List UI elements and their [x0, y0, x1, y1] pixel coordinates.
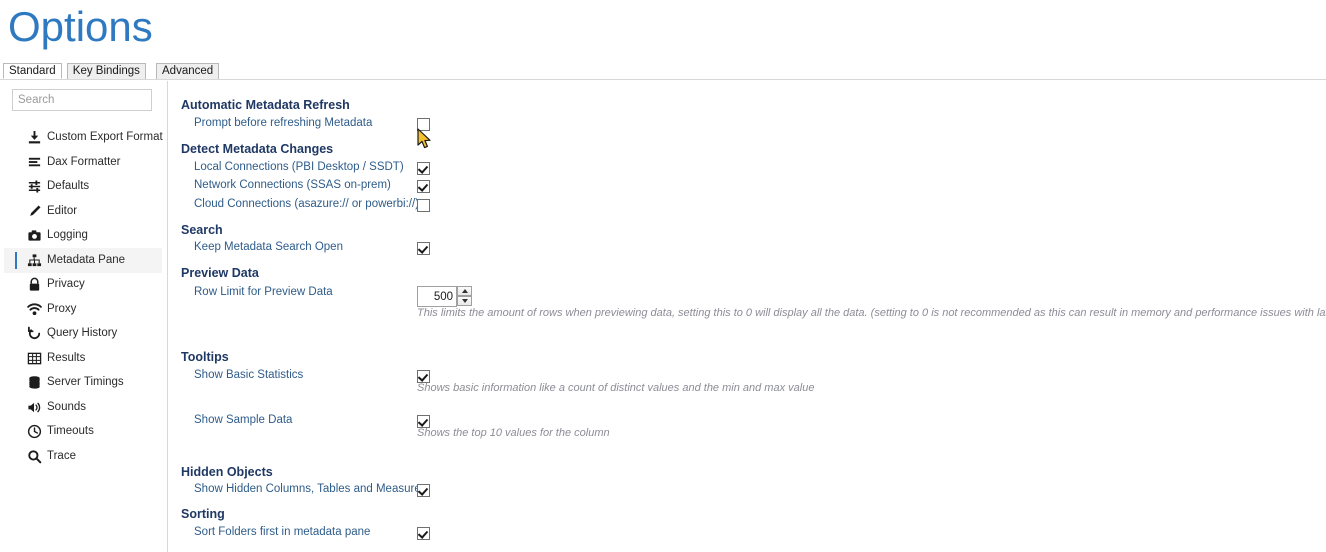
sidebar-item-query-history[interactable]: Query History — [4, 321, 162, 346]
sidebar-item-label: Defaults — [47, 180, 90, 192]
option-label: Show Hidden Columns, Tables and Measures — [194, 483, 427, 495]
checkbox-show-hidden-columns-tables-and-measures[interactable] — [417, 484, 430, 497]
format-lines-icon — [26, 154, 43, 171]
tab-advanced[interactable]: Advanced — [156, 63, 220, 79]
export-icon — [26, 129, 43, 146]
hierarchy-icon — [26, 252, 43, 269]
sidebar-item-metadata-pane[interactable]: Metadata Pane — [4, 247, 162, 273]
section-heading: Automatic Metadata Refresh — [181, 98, 350, 112]
option-label: Show Basic Statistics — [194, 369, 304, 381]
sidebar-item-proxy[interactable]: Proxy — [4, 297, 162, 322]
option-label: Show Sample Data — [194, 414, 293, 426]
sidebar-item-label: Privacy — [47, 278, 85, 290]
chevron-up-icon — [461, 289, 468, 293]
sidebar-item-logging[interactable]: Logging — [4, 223, 162, 248]
grid-icon — [26, 350, 43, 367]
option-label: Sort Folders first in metadata pane — [194, 526, 371, 538]
lock-icon — [26, 276, 43, 293]
sidebar-item-label: Metadata Pane — [47, 253, 126, 266]
section-heading: Search — [181, 223, 223, 237]
section-heading: Tooltips — [181, 350, 229, 364]
option-label: Keep Metadata Search Open — [194, 241, 343, 253]
chevron-down-icon — [461, 299, 468, 303]
page-title: Options — [8, 3, 153, 50]
sidebar-item-privacy[interactable]: Privacy — [4, 272, 162, 297]
settings-main-pane: Automatic Metadata Refresh Prompt before … — [168, 81, 1326, 552]
wifi-icon — [26, 301, 43, 318]
tab-strip: Standard Key Bindings Advanced — [0, 63, 1326, 80]
sidebar-item-label: Timeouts — [47, 425, 94, 437]
history-icon — [26, 325, 43, 342]
camera-icon — [26, 227, 43, 244]
section-heading: Preview Data — [181, 266, 259, 280]
search-input[interactable] — [12, 89, 152, 111]
checkbox-local-connections-pbi-desktop-ssdt[interactable] — [417, 162, 430, 175]
option-label: Row Limit for Preview Data — [194, 286, 333, 298]
checkbox-prompt-before-refreshing-metadata[interactable] — [417, 118, 430, 131]
tab-strip-underline — [0, 79, 1326, 80]
sidebar-item-label: Proxy — [47, 302, 77, 315]
option-label: Cloud Connections (asazure:// or powerbi… — [194, 198, 419, 210]
clock-icon — [26, 423, 43, 440]
sidebar-item-defaults[interactable]: Defaults — [4, 174, 162, 199]
sidebar-item-label: Query History — [47, 327, 118, 339]
section-heading: Hidden Objects — [181, 465, 273, 479]
checkbox-network-connections-ssas-on-prem[interactable] — [417, 180, 430, 193]
sidebar-item-label: Trace — [47, 449, 76, 462]
sidebar-item-custom-export-format[interactable]: Custom Export Format — [4, 125, 163, 150]
checkbox-cloud-connections-asazure-or-powerbi[interactable] — [417, 199, 430, 212]
tab-key-bindings[interactable]: Key Bindings — [66, 63, 146, 79]
checkbox-keep-metadata-search-open[interactable] — [417, 242, 430, 255]
section-heading: Detect Metadata Changes — [181, 142, 334, 156]
option-label: Local Connections (PBI Desktop / SSDT) — [194, 161, 404, 173]
sidebar-item-results[interactable]: Results — [4, 346, 162, 371]
sidebar-item-timeouts[interactable]: Timeouts — [4, 419, 162, 444]
row-limit-input[interactable] — [417, 286, 457, 307]
sidebar-item-server-timings[interactable]: Server Timings — [4, 370, 162, 395]
checkbox-sort-folders-first-in-metadata-pane[interactable] — [417, 527, 430, 540]
option-label: Prompt before refreshing Metadata — [194, 117, 373, 129]
sidebar-item-label: Dax Formatter — [47, 155, 121, 168]
spinner-down-button[interactable] — [457, 296, 472, 306]
sidebar-item-editor[interactable]: Editor — [4, 199, 162, 224]
sliders-icon — [26, 178, 43, 195]
tab-standard[interactable]: Standard — [3, 63, 62, 79]
selected-indicator — [15, 251, 17, 269]
search-icon — [26, 448, 43, 465]
sidebar-item-dax-formatter[interactable]: Dax Formatter — [4, 150, 162, 175]
sidebar-item-label: Results — [47, 351, 86, 364]
sidebar-item-label: Editor — [47, 204, 78, 217]
pencil-icon — [26, 203, 43, 220]
sidebar-item-label: Server Timings — [47, 376, 124, 388]
settings-sidebar: Custom Export Format Dax Formatter Default… — [0, 81, 167, 552]
row-limit-spinner[interactable] — [417, 286, 473, 307]
sidebar-item-trace[interactable]: Trace — [4, 444, 162, 469]
database-icon — [26, 374, 43, 391]
option-hint: Shows the top 10 values for the column — [417, 427, 610, 439]
option-label: Network Connections (SSAS on-prem) — [194, 179, 391, 191]
speaker-icon — [26, 399, 43, 416]
sidebar-item-label: Custom Export Format — [47, 131, 163, 143]
option-hint: Shows basic information like a count of … — [417, 382, 815, 394]
sidebar-item-sounds[interactable]: Sounds — [4, 395, 162, 420]
spinner-up-button[interactable] — [457, 286, 472, 296]
section-heading: Sorting — [181, 507, 225, 521]
sidebar-item-label: Logging — [47, 229, 88, 241]
option-hint: This limits the amount of rows when prev… — [417, 307, 1326, 319]
sidebar-item-label: Sounds — [47, 400, 87, 413]
